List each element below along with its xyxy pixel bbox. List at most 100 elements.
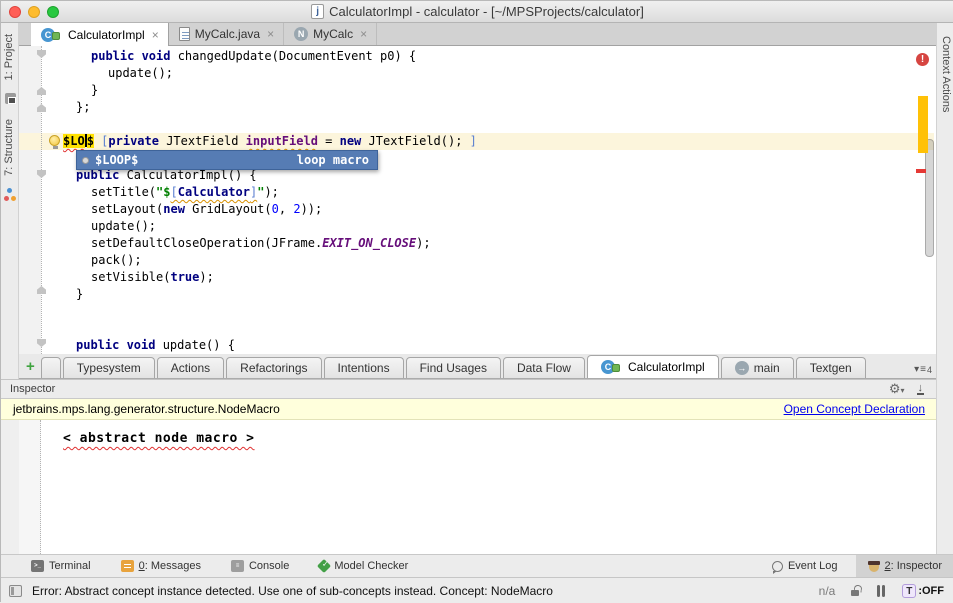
hide-panel-icon[interactable]: ↓: [917, 383, 925, 395]
transient-models-icon: T: [902, 584, 916, 598]
status-bar: Error: Abstract concept instance detecte…: [1, 577, 953, 603]
code-line[interactable]: setTitle("$[Calculator]");: [46, 184, 477, 201]
toolbar-item-terminal[interactable]: >_Terminal: [31, 560, 91, 572]
inspector-tool-label: 2: Inspector: [885, 560, 942, 572]
aspect-tab-refactorings[interactable]: Refactorings: [226, 357, 321, 378]
completion-popup[interactable]: $LOOP$ loop macro: [76, 150, 378, 170]
code-token: }: [91, 83, 98, 97]
sidebar-item-project[interactable]: 1: Project: [3, 34, 15, 80]
transient-models-state: :OFF: [918, 585, 944, 597]
aspect-tab-intentions[interactable]: Intentions: [324, 357, 404, 378]
code-token: }: [76, 287, 83, 301]
editor-scrollbar[interactable]: [925, 139, 934, 257]
editor-tab-calculatorimpl[interactable]: CCalculatorImpl×: [31, 23, 169, 46]
sidebar-item-context-actions[interactable]: Context Actions: [940, 36, 952, 112]
titlebar: j CalculatorImpl - calculator - [~/MPSPr…: [1, 1, 953, 23]
event-log-icon: [772, 561, 783, 572]
error-stripe-marker[interactable]: [916, 169, 926, 173]
minimize-window-button[interactable]: [28, 6, 40, 18]
code-line[interactable]: }: [46, 286, 477, 303]
tab-label: main: [754, 361, 780, 375]
toolbar-item-event-log[interactable]: Event Log: [772, 560, 838, 572]
tab-label: Data Flow: [517, 361, 571, 375]
open-concept-declaration-link[interactable]: Open Concept Declaration: [784, 402, 936, 416]
node-icon: N: [294, 27, 308, 41]
code-line[interactable]: public void changedUpdate(DocumentEvent …: [46, 48, 477, 65]
aspect-tab-main[interactable]: → main: [721, 357, 794, 378]
code-line[interactable]: [46, 320, 477, 337]
tabbar-spacer: [19, 23, 31, 45]
close-icon[interactable]: ×: [267, 27, 274, 41]
document-icon: j: [311, 4, 324, 19]
class-icon: C: [601, 360, 623, 374]
code-token: Calculator: [178, 185, 250, 199]
toggle-toolwindows-icon[interactable]: [9, 585, 22, 597]
code-line[interactable]: [46, 116, 477, 133]
messages-icon: [121, 560, 134, 572]
zoom-window-button[interactable]: [47, 6, 59, 18]
tab-list-icon: ≡: [920, 364, 926, 375]
code-line[interactable]: update();: [46, 65, 477, 82]
inspections-profile-icon[interactable]: [875, 585, 887, 597]
completion-bullet-icon: [82, 157, 89, 164]
main-arrow-icon: →: [735, 361, 749, 375]
completion-item-name[interactable]: $LOOP$: [95, 153, 138, 167]
close-icon[interactable]: ×: [360, 27, 367, 41]
code-editor[interactable]: public void changedUpdate(DocumentEvent …: [19, 46, 936, 354]
unlock-icon[interactable]: [850, 585, 860, 597]
code-token: };: [76, 100, 90, 114]
editor-tab-mycalc[interactable]: N MyCalc ×: [284, 23, 377, 45]
inspector-left-margin: [1, 420, 19, 554]
code-line[interactable]: public void update() {: [46, 337, 477, 354]
code-line[interactable]: pack();: [46, 252, 477, 269]
event-log-label: Event Log: [788, 560, 838, 572]
code-token: inputField: [246, 134, 318, 148]
aspect-tab-data-flow[interactable]: Data Flow: [503, 357, 585, 378]
concept-badge-icon: [52, 32, 60, 40]
code-token: ));: [301, 202, 323, 216]
structure-icon[interactable]: [4, 188, 16, 201]
empty-tab[interactable]: [41, 357, 61, 378]
close-window-button[interactable]: [9, 6, 21, 18]
code-line[interactable]: setVisible(true);: [46, 269, 477, 286]
add-aspect-button[interactable]: +: [26, 358, 35, 376]
aspect-tab-find-usages[interactable]: Find Usages: [406, 357, 501, 378]
code-token: 2: [293, 202, 300, 216]
toolbar-item--messages[interactable]: 0: Messages: [121, 560, 201, 572]
inspector-content[interactable]: < abstract node macro >: [1, 420, 936, 554]
console-icon: ≡: [231, 560, 244, 572]
code-line[interactable]: update();: [46, 218, 477, 235]
code-line[interactable]: };: [46, 99, 477, 116]
warning-stripe-marker[interactable]: [918, 96, 928, 153]
editor-tab-mycalc-java[interactable]: MyCalc.java×: [169, 23, 284, 45]
abstract-node-macro-cell[interactable]: < abstract node macro >: [63, 431, 255, 446]
transient-models-toggle[interactable]: T :OFF: [902, 584, 944, 598]
error-indicator-icon[interactable]: !: [916, 53, 929, 66]
window-title: CalculatorImpl - calculator - [~/MPSProj…: [329, 4, 644, 19]
concept-fqname: jetbrains.mps.lang.generator.structure.N…: [1, 402, 280, 416]
code-line[interactable]: }: [46, 82, 477, 99]
aspect-tab-textgen[interactable]: Textgen: [796, 357, 866, 378]
concept-badge-icon: [612, 364, 620, 372]
gear-icon[interactable]: ⚙▾: [889, 382, 905, 397]
project-icon[interactable]: [5, 93, 16, 104]
code-line[interactable]: setDefaultCloseOperation(JFrame.EXIT_ON_…: [46, 235, 477, 252]
aspect-tab-actions[interactable]: Actions: [157, 357, 224, 378]
close-icon[interactable]: ×: [152, 28, 159, 42]
code-line[interactable]: $LO$ [private JTextField inputField = ne…: [46, 133, 477, 150]
inspector-title: Inspector: [1, 383, 55, 395]
toolbar-item-inspector[interactable]: 2: Inspector: [856, 555, 953, 578]
aspect-tab-calculatorimpl[interactable]: CCalculatorImpl: [587, 355, 719, 378]
hidden-tabs-button[interactable]: ▾ ≡ 4: [914, 364, 932, 375]
toolbar-item-label: 0: Messages: [139, 560, 201, 572]
code-token: changedUpdate(DocumentEvent p0) {: [178, 49, 416, 63]
toolbar-item-console[interactable]: ≡Console: [231, 560, 289, 572]
code-line[interactable]: [46, 303, 477, 320]
macro-cell: $LO: [63, 134, 85, 148]
toolbar-item-model-checker[interactable]: Model Checker: [319, 560, 408, 572]
sidebar-item-structure[interactable]: 7: Structure: [3, 119, 15, 176]
code-line[interactable]: setLayout(new GridLayout(0, 2));: [46, 201, 477, 218]
aspect-tab-typesystem[interactable]: Typesystem: [63, 357, 155, 378]
macro-cell: $: [87, 134, 94, 148]
tab-label: MyCalc: [313, 27, 353, 41]
